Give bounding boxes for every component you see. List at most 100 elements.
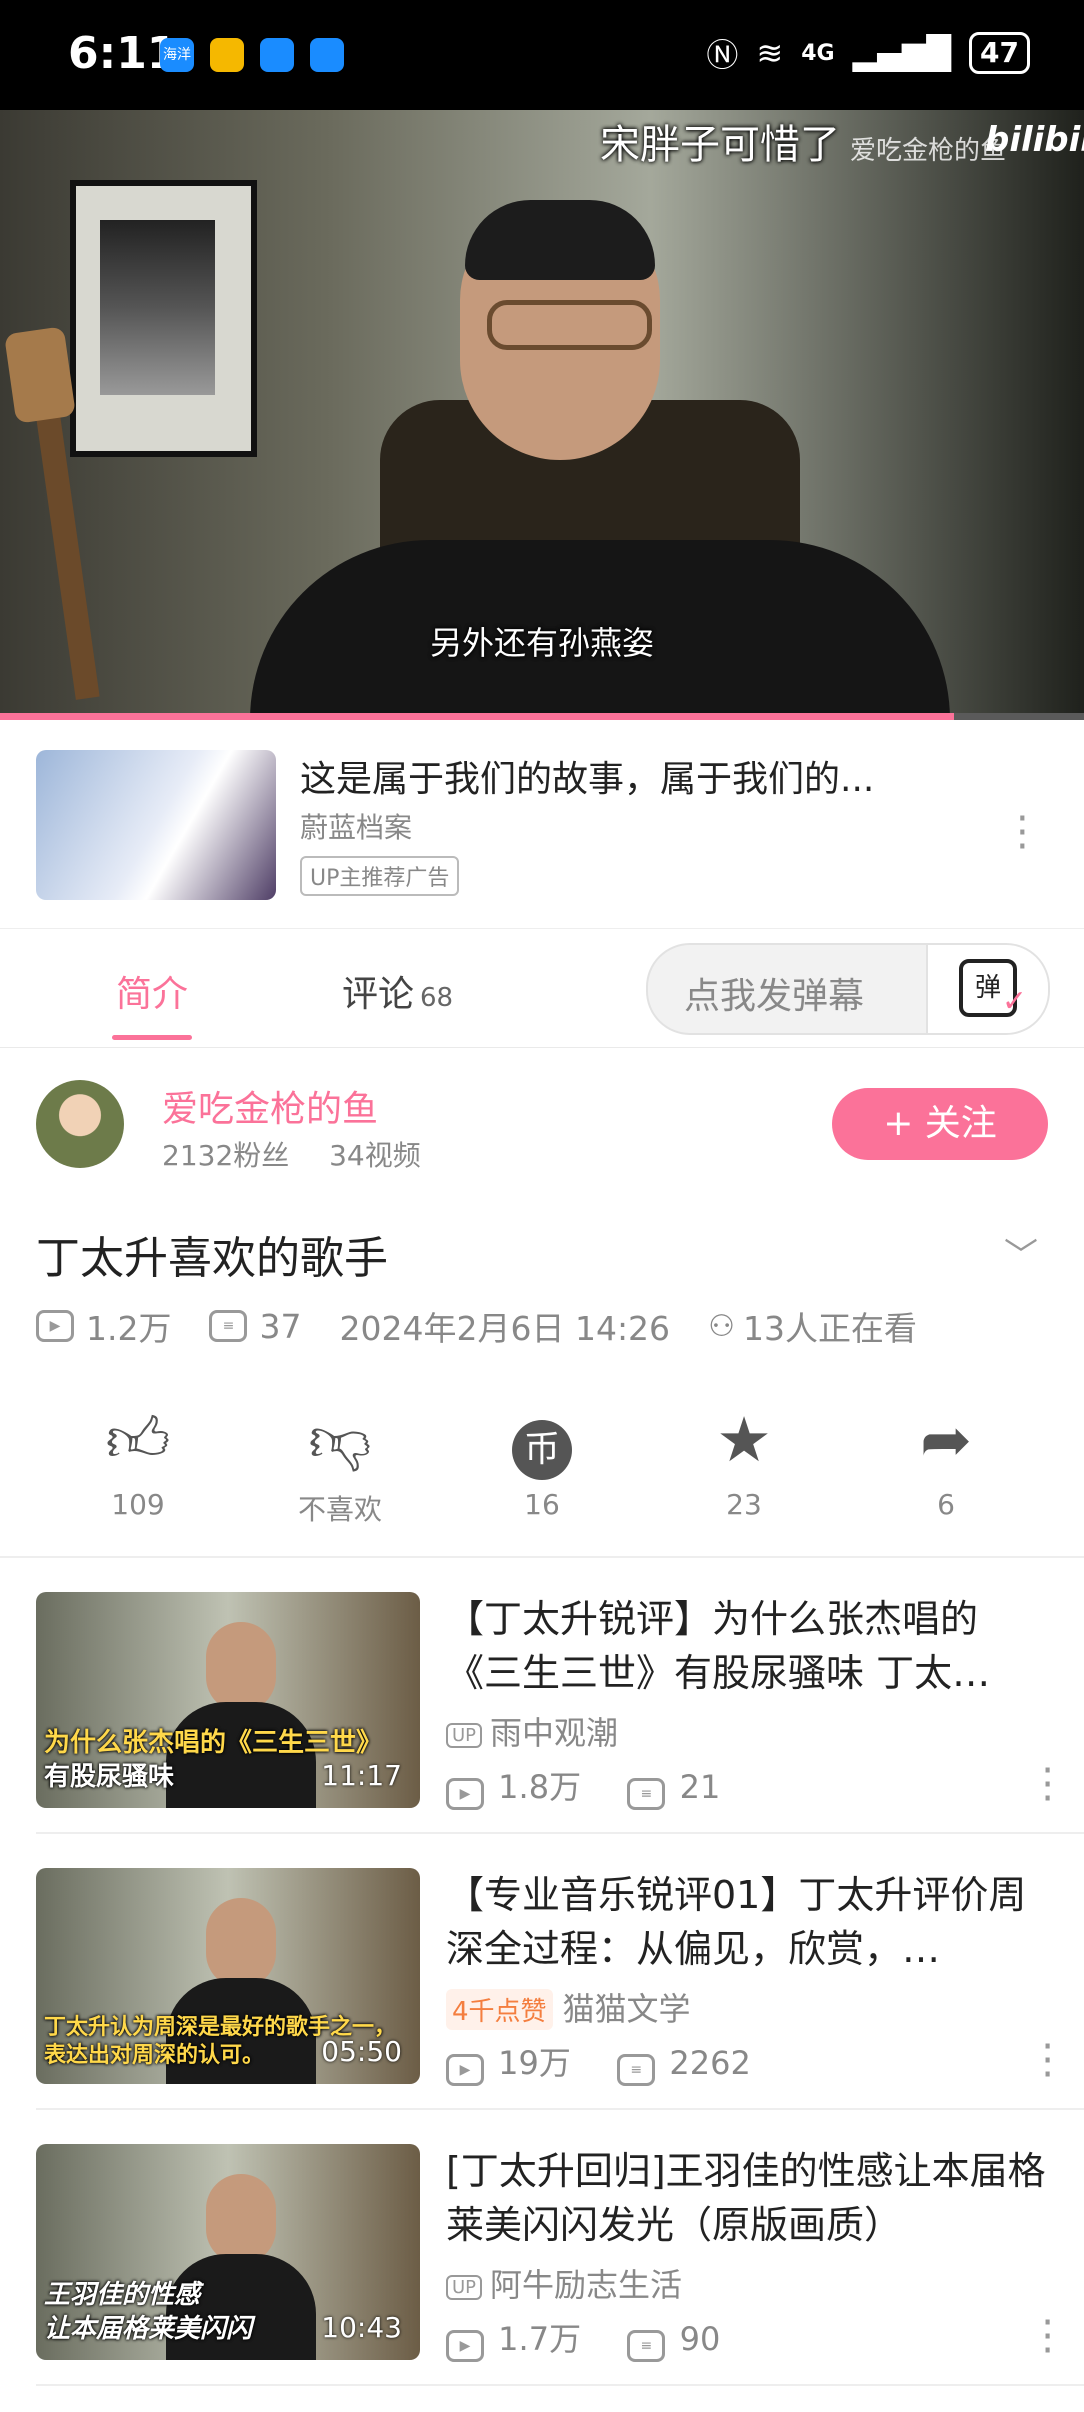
coin-button[interactable]: 币 16 [472, 1400, 612, 1521]
more-options-icon[interactable]: · · · [1041, 2027, 1054, 2095]
uploader-row: UP 阿牛励志生活 [446, 2260, 682, 2306]
dislike-label: 不喜欢 [297, 1493, 382, 1526]
play-count-icon: ▶ [446, 2054, 484, 2086]
cloud-icon [310, 38, 344, 72]
uploader-row: UP 雨中观潮 [446, 1708, 618, 1754]
video-thumbnail[interactable]: 丁太升认为周深是最好的歌手之一， 表达出对周深的认可。 05:50 [36, 1868, 420, 2084]
video-subtitle: 另外还有孙燕姿 [429, 624, 654, 662]
app-notification-icon: 海洋 [160, 38, 194, 72]
watching-count: 13人正在看 [742, 1309, 917, 1348]
follow-button[interactable]: + 关注 [832, 1088, 1048, 1160]
ad-title[interactable]: 这是属于我们的故事，属于我们的... [300, 750, 980, 802]
danmaku-count: 37 [259, 1306, 302, 1346]
danmaku-count: 90 [679, 2320, 721, 2358]
danmaku-count: 2262 [669, 2044, 751, 2082]
more-options-icon[interactable]: · · · [1016, 799, 1029, 867]
view-count: 1.8万 [498, 1768, 582, 1806]
recommended-video[interactable]: 王羽佳的性感 让本届格莱美闪闪 10:43 [丁太升回归]王羽佳的性感让本届格莱… [0, 2110, 1084, 2386]
favorite-count: 23 [726, 1488, 762, 1521]
ad-badge: UP主推荐广告 [300, 856, 460, 896]
person-hair [465, 200, 655, 280]
coin-icon: 币 [472, 1400, 612, 1480]
likes-badge: 4千点赞 [446, 1989, 553, 2030]
more-options-icon[interactable]: · · · [1041, 1751, 1054, 1819]
view-count: 1.7万 [498, 2320, 582, 2358]
uploader-stats: 2132粉丝 34视频 [162, 1134, 421, 1174]
video-duration: 10:43 [321, 2311, 402, 2344]
favorite-button[interactable]: ★ 23 [674, 1400, 814, 1521]
video-count: 34视频 [329, 1139, 421, 1172]
progress-bar-fill [0, 713, 954, 720]
wall-photo [100, 220, 215, 395]
recommended-video[interactable]: 为什么张杰唱的《三生三世》 有股尿骚味 11:17 【丁太升锐评】为什么张杰唱的… [0, 1558, 1084, 1834]
video-duration: 11:17 [321, 1759, 402, 1792]
caption-line: 王羽佳的性感 [44, 2280, 201, 2310]
more-options-icon[interactable]: · · · [1041, 2303, 1054, 2371]
uploader-name: 猫猫文学 [562, 1990, 691, 2028]
video-duration: 05:50 [321, 2035, 402, 2068]
ad-card[interactable]: 这是属于我们的故事，属于我们的... 蔚蓝档案 UP主推荐广告 · · · [0, 720, 1084, 928]
danmaku-toggle-button[interactable]: 弹 [926, 945, 1048, 1033]
caption-line: 为什么张杰唱的《三生三世》 [44, 1728, 383, 1758]
video-thumbnail[interactable]: 王羽佳的性感 让本届格莱美闪闪 10:43 [36, 2144, 420, 2360]
tab-intro[interactable]: 简介 [116, 965, 188, 1017]
chevron-down-icon[interactable]: ﹀ [1004, 1228, 1038, 1277]
uploader-name: 阿牛励志生活 [490, 2266, 683, 2304]
progress-bar[interactable] [0, 713, 1084, 720]
danmaku-count-icon: ≡ [209, 1310, 248, 1342]
danmaku-icon: 弹 [959, 959, 1027, 1027]
video-title[interactable]: 【专业音乐锐评01】丁太升评价周深全过程：从偏见，欣赏，… [446, 1868, 1046, 1976]
video-title[interactable]: [丁太升回归]王羽佳的性感让本届格莱美闪闪发光（原版画质） [446, 2144, 1046, 2252]
share-button[interactable]: ➦ 6 [876, 1400, 1016, 1521]
uploader-row: 4千点赞 猫猫文学 [446, 1984, 691, 2030]
star-icon: ★ [716, 1403, 772, 1476]
nfc-icon: Ⓝ [706, 36, 739, 74]
status-indicators: Ⓝ ≋ 4G ▂▄▆█ 47 [706, 30, 1030, 76]
up-tag: UP [446, 2274, 483, 2300]
share-count: 6 [937, 1488, 955, 1521]
detail-tabs: 简介 评论 68 点我发弹幕 弹 [0, 928, 1084, 1048]
video-thumbnail[interactable]: 为什么张杰唱的《三生三世》 有股尿骚味 11:17 [36, 1592, 420, 1808]
danmaku-input[interactable]: 点我发弹幕 弹 [646, 943, 1050, 1035]
share-icon: ➦ [920, 1403, 972, 1476]
uploader-name: 雨中观潮 [490, 1714, 619, 1752]
thumbnail-caption: 王羽佳的性感 让本届格莱美闪闪 [44, 2278, 252, 2346]
up-tag: UP [446, 1722, 483, 1748]
recommended-video[interactable]: 丁太升认为周深是最好的歌手之一， 表达出对周深的认可。 05:50 【专业音乐锐… [0, 1834, 1084, 2110]
video-stats: ▶ 1.7万 ≡ 90 [446, 2314, 720, 2362]
app-notification-icon [210, 38, 244, 72]
ad-thumbnail[interactable] [36, 750, 276, 900]
like-button[interactable]: 👍︎ 109 [68, 1400, 208, 1521]
divider [36, 2384, 1084, 2386]
battery-icon: 47 [969, 32, 1030, 74]
danmaku-count: 21 [679, 1768, 721, 1806]
uploader-name[interactable]: 爱吃金枪的鱼 [162, 1080, 378, 1132]
danmaku-count-icon: ≡ [627, 2330, 666, 2362]
video-title[interactable]: 【丁太升锐评】为什么张杰唱的《三生三世》有股尿骚味 丁太… [446, 1592, 1046, 1700]
danmaku-comment: 宋胖子可惜了 [600, 122, 840, 168]
person-glasses [487, 300, 652, 350]
dislike-button[interactable]: 👎︎ 不喜欢 [270, 1400, 410, 1528]
tab-comments[interactable]: 评论 68 [342, 965, 453, 1017]
play-count-icon: ▶ [36, 1310, 74, 1342]
status-bar: 6:11 海洋 Ⓝ ≋ 4G ▂▄▆█ 47 [0, 0, 1084, 110]
danmaku-count-icon: ≡ [627, 1778, 666, 1810]
video-meta: ▶ 1.2万 ≡ 37 2024年2月6日 14:26 ⚇ 13人正在看 [36, 1302, 917, 1350]
app-notification-icon [260, 38, 294, 72]
signal-icon: ▂▄▆█ [852, 34, 952, 72]
ad-source: 蔚蓝档案 [300, 811, 413, 844]
avatar[interactable] [36, 1080, 124, 1168]
tab-comments-label: 评论 [342, 974, 415, 1015]
fans-count: 2132粉丝 [162, 1139, 290, 1172]
danmaku-count-icon: ≡ [617, 2054, 656, 2086]
video-stats: ▶ 1.8万 ≡ 21 [446, 1762, 720, 1810]
active-tab-indicator [112, 1035, 192, 1040]
network-label: 4G [801, 40, 835, 66]
view-count: 1.2万 [86, 1309, 172, 1348]
uploader-watermark: 爱吃金枪的鱼 [850, 136, 1007, 166]
play-count-icon: ▶ [446, 2330, 484, 2362]
guitar-head [4, 326, 76, 424]
wifi-icon: ≋ [756, 34, 784, 72]
video-title: 丁太升喜欢的歌手 [36, 1233, 388, 1284]
watching-icon: ⚇ [708, 1308, 735, 1344]
